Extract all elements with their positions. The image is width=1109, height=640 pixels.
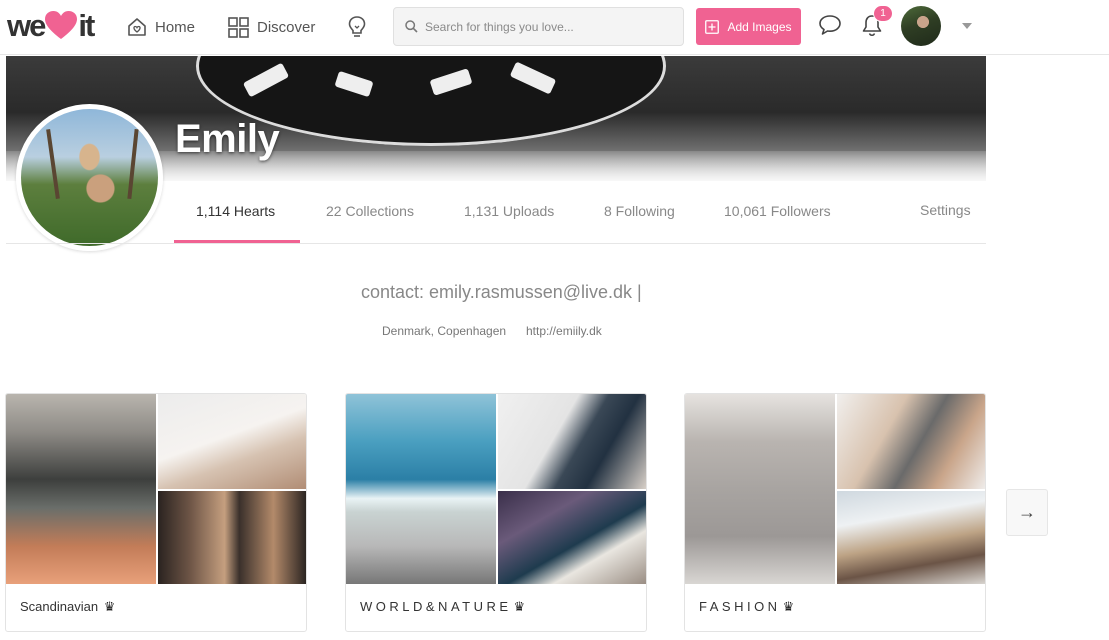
add-images-label: Add Images <box>727 19 792 34</box>
chevron-down-icon[interactable] <box>962 23 972 29</box>
collection-title: FASHION ♛ <box>699 599 794 615</box>
tab-following[interactable]: 8 Following <box>604 203 675 219</box>
collection-thumbnail <box>837 394 985 489</box>
tab-followers[interactable]: 10,061 Followers <box>724 203 831 219</box>
collection-image-grid <box>346 394 646 584</box>
nav-ideas-link[interactable] <box>346 14 376 40</box>
next-arrow-button[interactable]: → <box>1006 489 1048 536</box>
collection-thumbnail <box>498 394 646 489</box>
collection-thumbnail <box>6 394 156 584</box>
lightbulb-icon <box>348 16 366 37</box>
grid-icon <box>228 16 249 38</box>
tab-uploads[interactable]: 1,131 Uploads <box>464 203 554 219</box>
plus-square-icon <box>705 19 720 34</box>
collection-title: Scandinavian ♛ <box>20 599 115 615</box>
collection-title: WORLD&NATURE ♛ <box>360 599 525 615</box>
heart-logo-icon <box>45 11 78 39</box>
profile-website-link[interactable]: http://emiily.dk <box>526 324 602 338</box>
collection-thumbnail <box>158 491 306 584</box>
collection-thumbnail <box>498 491 646 584</box>
search-box[interactable] <box>393 7 684 46</box>
home-icon <box>128 18 146 36</box>
collection-image-grid <box>685 394 985 584</box>
weheartit-logo[interactable]: we it <box>7 8 95 44</box>
settings-link[interactable]: Settings <box>920 202 971 218</box>
nav-discover-link[interactable]: Discover <box>228 14 315 40</box>
search-icon <box>405 20 418 33</box>
collection-card[interactable]: Scandinavian ♛ <box>5 393 307 632</box>
crown-icon: ♛ <box>513 599 526 614</box>
collection-title-text: WORLD&NATURE <box>360 599 512 614</box>
search-input[interactable] <box>425 19 675 34</box>
top-navigation-bar: we it Home Discover Search for things yo… <box>0 0 1109 55</box>
collection-thumbnail <box>837 491 985 584</box>
profile-name: Emily <box>175 117 280 161</box>
profile-contact: contact: emily.rasmussen@live.dk | <box>361 282 642 302</box>
notification-count-badge: 1 <box>873 5 893 22</box>
chat-bubble-icon[interactable] <box>818 14 842 36</box>
collection-thumbnail <box>685 394 835 584</box>
collection-thumbnail <box>346 394 496 584</box>
nav-discover-label: Discover <box>257 18 316 36</box>
crown-icon: ♛ <box>103 599 116 614</box>
collection-title-text: Scandinavian <box>20 599 99 614</box>
collection-image-grid <box>6 394 306 584</box>
profile-tabs: 1,114 Hearts 22 Collections 1,131 Upload… <box>6 181 986 244</box>
collection-thumbnail <box>158 394 306 489</box>
crown-icon: ♛ <box>782 599 795 614</box>
nav-home-label: Home <box>155 18 196 36</box>
logo-text-it: it <box>78 8 95 43</box>
add-images-button[interactable]: Add Images <box>696 8 801 45</box>
active-tab-indicator <box>174 240 300 243</box>
user-avatar[interactable] <box>901 6 941 46</box>
tab-hearts[interactable]: 1,114 Hearts <box>196 203 275 219</box>
collection-card[interactable]: FASHION ♛ <box>684 393 986 632</box>
nav-home-link[interactable]: Home <box>127 14 195 40</box>
collection-title-text: FASHION <box>699 599 781 614</box>
collection-card[interactable]: WORLD&NATURE ♛ <box>345 393 647 632</box>
tab-collections[interactable]: 22 Collections <box>326 203 414 219</box>
logo-text-we: we <box>7 8 46 43</box>
profile-location: Denmark, Copenhagen <box>382 324 507 338</box>
